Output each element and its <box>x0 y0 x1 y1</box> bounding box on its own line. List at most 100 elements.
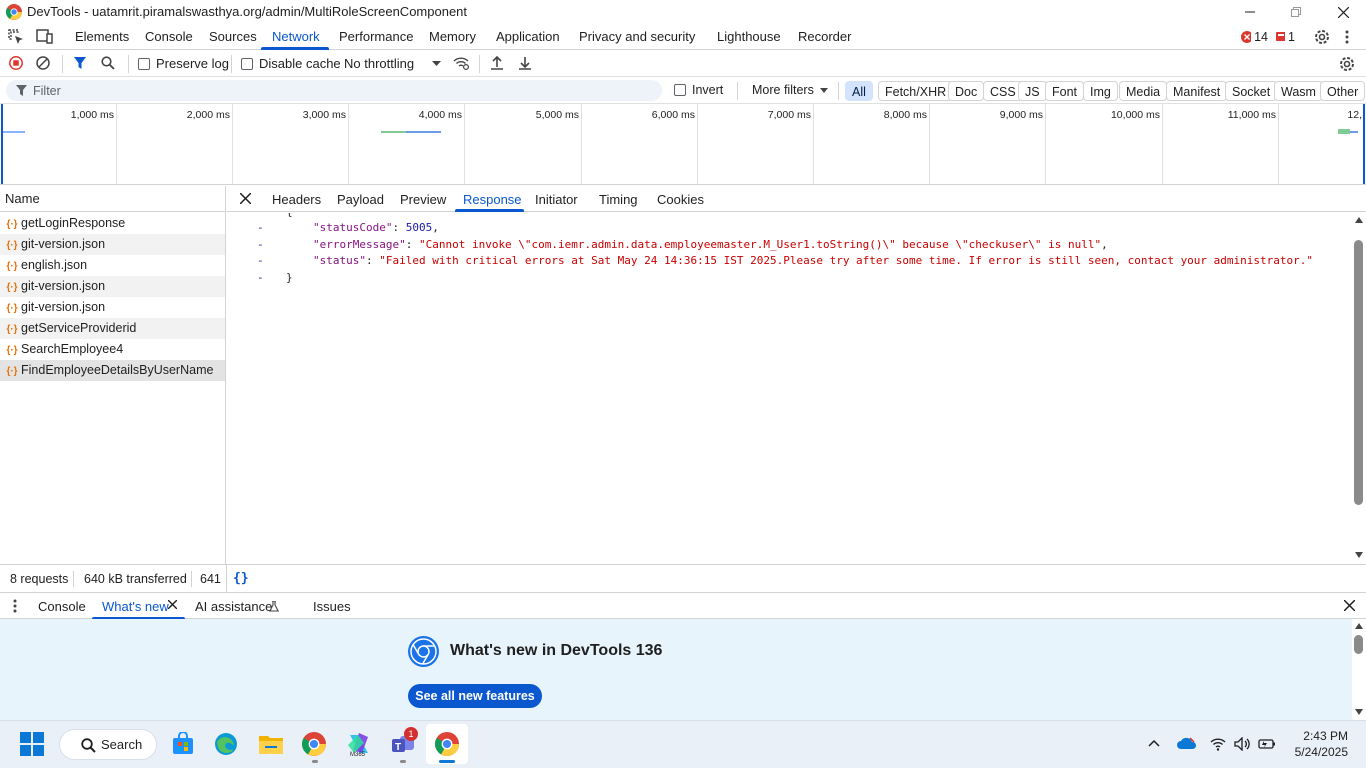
request-row[interactable]: {·} git-version.json <box>0 297 225 318</box>
chrome-devtools-taskbar-icon[interactable] <box>435 732 459 756</box>
drawer-tab-console[interactable]: Console <box>38 593 86 620</box>
scroll-up-icon[interactable] <box>1355 623 1363 629</box>
search-icon[interactable] <box>101 56 115 70</box>
filter-funnel-icon[interactable] <box>73 56 87 70</box>
drawer-tab-issues[interactable]: Issues <box>313 593 351 620</box>
timeline-left-handle[interactable] <box>1 104 3 184</box>
tab-headers[interactable]: Headers <box>272 186 321 212</box>
drawer-scrollbar[interactable] <box>1352 619 1366 720</box>
tab-payload[interactable]: Payload <box>337 186 384 212</box>
filter-chip-fetch-xhr[interactable]: Fetch/XHR <box>878 81 954 101</box>
microsoft-365-icon[interactable]: M365 <box>346 731 372 757</box>
tab-recorder[interactable]: Recorder <box>798 24 851 50</box>
wifi-icon[interactable] <box>1210 737 1226 751</box>
filter-chip-img[interactable]: Img <box>1083 81 1118 101</box>
taskbar-search-box[interactable]: Search <box>59 729 157 760</box>
name-column-header[interactable]: Name <box>0 186 225 212</box>
filter-chip-all[interactable]: All <box>845 81 873 101</box>
request-row[interactable]: {·} SearchEmployee4 <box>0 339 225 360</box>
chrome-taskbar-icon[interactable] <box>302 732 326 756</box>
timeline-overview[interactable]: 1,000 ms 2,000 ms 3,000 ms 4,000 ms 5,00… <box>0 104 1366 185</box>
filter-chip-manifest[interactable]: Manifest <box>1166 81 1228 101</box>
tab-lighthouse[interactable]: Lighthouse <box>717 24 781 50</box>
tab-cookies[interactable]: Cookies <box>657 186 704 212</box>
request-row[interactable]: {·} english.json <box>0 255 225 276</box>
restore-button[interactable] <box>1273 0 1319 24</box>
drawer-tab-whats-new[interactable]: What's new <box>102 593 169 620</box>
timeline-right-handle[interactable] <box>1363 104 1365 184</box>
filter-chip-other[interactable]: Other <box>1320 81 1366 101</box>
record-stop-icon[interactable] <box>9 56 23 70</box>
disable-cache-checkbox[interactable] <box>241 58 253 70</box>
scroll-down-icon[interactable] <box>1355 552 1363 558</box>
tab-application[interactable]: Application <box>496 24 560 50</box>
filter-chip-js[interactable]: JS <box>1018 81 1047 101</box>
tab-console[interactable]: Console <box>145 24 193 50</box>
preserve-log-checkbox[interactable] <box>138 58 150 70</box>
clear-icon[interactable] <box>36 56 50 70</box>
tab-sources[interactable]: Sources <box>209 24 257 50</box>
settings-gear-icon[interactable] <box>1313 28 1331 46</box>
request-row[interactable]: {·} getLoginResponse <box>0 213 225 234</box>
pretty-print-icon[interactable]: {} <box>233 571 249 586</box>
request-row[interactable]: {·} git-version.json <box>0 234 225 255</box>
tab-performance[interactable]: Performance <box>339 24 413 50</box>
network-settings-gear-icon[interactable] <box>1338 55 1356 73</box>
timeline-label: 1,000 ms <box>70 109 114 121</box>
scroll-up-icon[interactable] <box>1355 217 1363 223</box>
tab-memory[interactable]: Memory <box>429 24 476 50</box>
tab-timing[interactable]: Timing <box>599 186 638 212</box>
invert-checkbox[interactable] <box>674 84 686 96</box>
request-row[interactable]: {·} getServiceProviderid <box>0 318 225 339</box>
response-viewer[interactable]: - { - "statusCode": 5005, - "errorMessag… <box>227 213 1352 564</box>
timeline-label: 2,000 ms <box>186 109 230 121</box>
windows-start-icon[interactable] <box>20 732 44 756</box>
tab-elements[interactable]: Elements <box>75 24 129 50</box>
more-filters-dropdown[interactable]: More filters <box>752 83 814 97</box>
scroll-down-icon[interactable] <box>1355 709 1363 715</box>
filter-input[interactable]: Filter <box>6 80 662 101</box>
battery-icon[interactable] <box>1258 737 1276 751</box>
close-drawer-icon[interactable] <box>1344 600 1355 611</box>
onedrive-icon[interactable] <box>1177 736 1197 750</box>
close-window-button[interactable] <box>1320 0 1366 24</box>
active-tab-indicator <box>455 209 524 212</box>
drawer-menu-icon[interactable] <box>13 599 17 613</box>
minimize-button[interactable] <box>1227 0 1273 24</box>
chevron-up-icon[interactable] <box>1148 739 1160 747</box>
tab-preview[interactable]: Preview <box>400 186 446 212</box>
filter-chip-font[interactable]: Font <box>1045 81 1085 101</box>
throttling-select[interactable]: No throttling <box>344 56 414 71</box>
filter-chip-socket[interactable]: Socket <box>1225 81 1278 101</box>
filter-chip-media[interactable]: Media <box>1119 81 1168 101</box>
import-har-icon[interactable] <box>490 55 504 71</box>
timeline-label: 5,000 ms <box>535 109 579 121</box>
microsoft-store-icon[interactable] <box>171 732 195 756</box>
file-explorer-icon[interactable] <box>258 732 284 756</box>
more-options-icon[interactable] <box>1344 29 1350 45</box>
tab-initiator[interactable]: Initiator <box>535 186 578 212</box>
network-conditions-icon[interactable] <box>453 56 469 70</box>
filter-chip-css[interactable]: CSS <box>983 81 1023 101</box>
request-row[interactable]: {·} git-version.json <box>0 276 225 297</box>
inspect-element-icon[interactable] <box>8 29 24 45</box>
request-row-selected[interactable]: {·} FindEmployeeDetailsByUserName <box>0 360 225 381</box>
timeline-gridline <box>1162 104 1163 184</box>
filter-chip-wasm[interactable]: Wasm <box>1274 81 1323 101</box>
close-tab-icon[interactable] <box>168 600 177 609</box>
close-icon[interactable] <box>240 193 251 204</box>
edge-browser-icon[interactable] <box>214 732 238 756</box>
see-all-features-button[interactable]: See all new features <box>408 684 542 708</box>
clock-date[interactable]: 5/24/2025 <box>1280 745 1348 759</box>
scrollbar-thumb[interactable] <box>1354 635 1363 654</box>
volume-icon[interactable] <box>1234 737 1252 751</box>
vertical-scrollbar[interactable] <box>1352 213 1366 564</box>
export-har-icon[interactable] <box>518 55 532 71</box>
clock-time[interactable]: 2:43 PM <box>1290 729 1348 743</box>
error-issue-counter[interactable]: 14 1 <box>1241 30 1295 44</box>
tab-privacy-security[interactable]: Privacy and security <box>579 24 695 50</box>
filter-chip-doc[interactable]: Doc <box>948 81 985 101</box>
device-toolbar-icon[interactable] <box>36 29 54 45</box>
drawer-tab-ai-assistance[interactable]: AI assistance <box>195 593 272 620</box>
scrollbar-thumb[interactable] <box>1354 240 1363 505</box>
